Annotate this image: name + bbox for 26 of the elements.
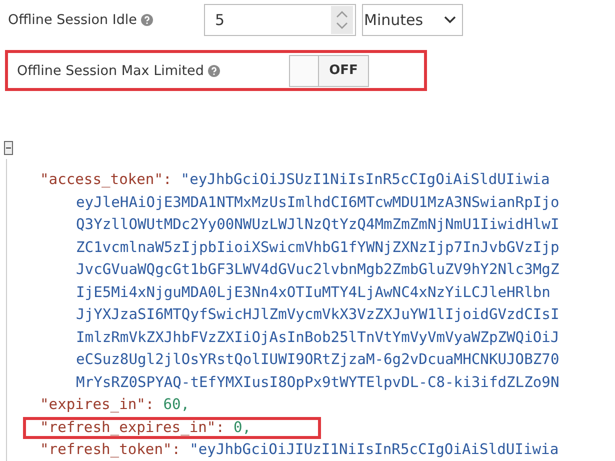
json-value: 60, [163, 395, 190, 415]
json-value: ZC1vcmlnaW5zIjpbIioiXSwicmVhbG1fYWNjZXNzIjp7InJvbGVzIjp [76, 238, 560, 258]
json-key: "refresh_token": [40, 439, 181, 461]
json-value: "eyJhbGciOiJSUzI1NiIsInR5cCIgOiAiSldUIiwia [180, 170, 550, 190]
json-value: JvcGVuaWQgcGt1bGF3LWV4dGVuc2lvbnMgb2ZmbGluZV9hY2Nlc3MgZ [76, 260, 560, 280]
unit-dropdown[interactable]: Minutes [362, 4, 463, 36]
json-value: MrYsRZ0SPYAQ-tEfYMXIusI8OpPx9tWYTElpvDL-C8-ki3ifdZLZo9N [76, 372, 560, 392]
field-label: Offline Session Max Limited [17, 62, 204, 78]
json-key: "expires_in": [40, 394, 154, 416]
json-value: "eyJhbGciOiJIUzI1NiIsInR5cCIgOiAiSldUIiwia [190, 440, 559, 460]
json-key: "refresh_expires_in": [40, 420, 225, 436]
json-value: Q3YzllOWUtMDc2Yy00NWUzLWJlNzQtYzQ4MmZmZmNjNmU1IiwidHlwI [76, 215, 560, 235]
json-value: IjE5Mi4xNjguMDA0LjE3Nn4xOTIuMTY4LjAwNC4xNzYiLCJleHRlbn [76, 282, 550, 302]
help-icon[interactable] [141, 14, 153, 26]
json-value: ImlzRmVkZXJhbFVzZXIiOjAsInBob25lTnVtYmVyVmVyaWZpZWQiOiJ [76, 328, 560, 348]
chevron-down-icon [444, 16, 456, 24]
field-label: Offline Session Idle [8, 12, 137, 28]
json-value: JjYXJzaSI6MTQyfSwicHJlZmVycmVkX3VzZXJuYW1lIjoidGVzdCIsI [76, 305, 560, 325]
json-value: 0, [234, 420, 252, 436]
toggle-switch[interactable]: OFF [289, 54, 369, 86]
json-value: eCSuz8Ugl2jlOsYRstQolIUWI9ORtZjzaM-6g2vDcuaMHCNKUJOBZ70 [76, 350, 560, 370]
json-key: "access_token": [40, 169, 172, 192]
collapse-icon[interactable] [4, 141, 13, 155]
number-field[interactable]: 5 [204, 4, 356, 36]
json-value: eyJleHAiOjE3MDA1NTMxMzUsImlhdCI6MTcwMDU1MzA3NSwianRpIjo [76, 192, 560, 212]
help-icon[interactable] [208, 64, 220, 76]
